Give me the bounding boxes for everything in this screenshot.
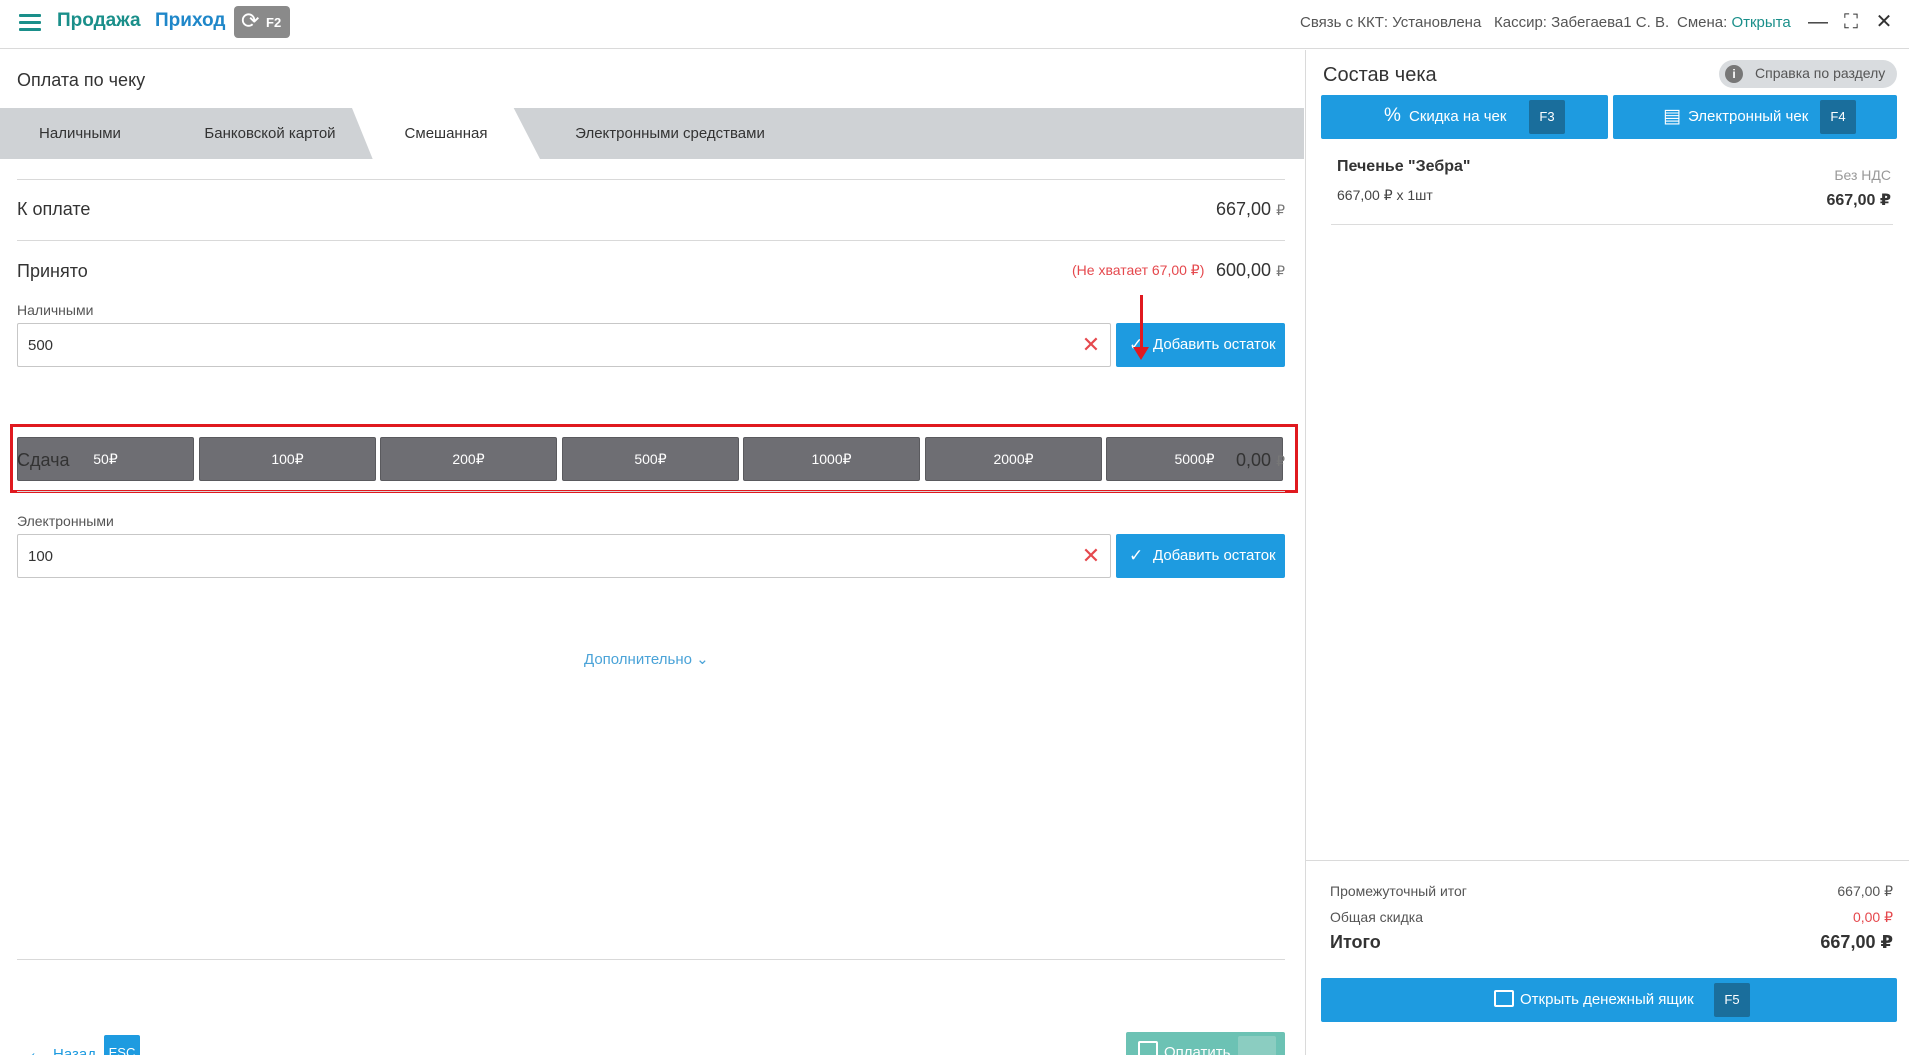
tab-cash[interactable]: Наличными	[0, 108, 160, 159]
tab-mixed[interactable]: Смешанная	[352, 108, 540, 159]
total-value: 667,00 ₽	[1820, 932, 1893, 952]
wallet-icon	[1138, 1041, 1158, 1055]
back-button[interactable]: ← Назад	[27, 1042, 96, 1055]
percent-icon: %	[1384, 105, 1401, 126]
to-pay-value: 667,00	[1216, 199, 1272, 219]
total-label: Итого	[1330, 932, 1381, 952]
payment-tabs: Наличными Банковской картой Смешанная Эл…	[0, 108, 1304, 159]
discount-key-badge: F3	[1529, 100, 1565, 134]
accepted-amount: 600,00 ₽	[1216, 260, 1285, 281]
close-icon[interactable]: ✕	[1872, 9, 1896, 35]
add-rest-label: Добавить остаток	[1153, 547, 1276, 564]
change-value: 0,00	[1236, 450, 1272, 470]
divider	[1331, 224, 1893, 225]
currency-sign: ₽	[1276, 453, 1285, 469]
divider	[17, 179, 1285, 180]
receipt-panel: Состав чека i Справка по разделу % Скидк…	[1305, 50, 1909, 1055]
info-icon: i	[1725, 65, 1743, 83]
cash-drawer-icon	[1494, 990, 1514, 1007]
annotation-arrow-head	[1133, 347, 1149, 360]
electronic-input[interactable]	[17, 534, 1111, 578]
receipt-icon: ▤	[1663, 106, 1681, 127]
to-pay-amount: 667,00 ₽	[1216, 199, 1285, 220]
shortage-text: (Не хватает 67,00 ₽)	[1072, 262, 1205, 278]
e-receipt-label: Электронный чек	[1688, 108, 1809, 125]
sync-icon: ⟳	[241, 8, 260, 33]
pay-key-badge: _	[1238, 1036, 1276, 1055]
change-label: Сдача	[17, 450, 70, 470]
chevron-down-icon: ⌄	[696, 651, 709, 668]
add-rest-label: Добавить остаток	[1153, 336, 1276, 353]
nav-sale[interactable]: Продажа	[57, 10, 141, 32]
cashier-label: Кассир: Забегаева1 С. В.	[1494, 14, 1670, 31]
divider	[17, 959, 1285, 960]
discount-total-label: Общая скидка	[1330, 909, 1424, 925]
item-sum: 667,00 ₽	[1826, 192, 1891, 209]
quick-amount-500[interactable]: 500₽	[562, 437, 739, 481]
divider	[17, 240, 1285, 241]
pay-label: Оплатить	[1164, 1044, 1231, 1055]
page-title: Оплата по чеку	[17, 70, 146, 90]
discount-button[interactable]: % Скидка на чек F3	[1321, 95, 1608, 139]
menu-icon[interactable]	[19, 14, 41, 32]
minimize-icon[interactable]: —	[1806, 9, 1830, 35]
tab-card[interactable]: Банковской картой	[175, 108, 365, 159]
to-pay-label: К оплате	[17, 199, 91, 219]
drawer-label: Открыть денежный ящик	[1520, 991, 1694, 1008]
change-amount: 0,00 ₽	[1236, 450, 1285, 471]
shift-status: Смена: Открыта	[1677, 14, 1791, 31]
sync-button[interactable]: ⟳ F2	[234, 6, 290, 38]
esc-key-badge[interactable]: ESC	[104, 1035, 140, 1055]
pay-button[interactable]: Оплатить _	[1126, 1032, 1285, 1055]
fullscreen-icon[interactable]: ⛶	[1839, 9, 1863, 35]
receipt-title: Состав чека	[1323, 64, 1437, 86]
cash-field-label: Наличными	[17, 302, 94, 318]
subtotal-value: 667,00 ₽	[1837, 883, 1893, 899]
add-rest-button-electronic[interactable]: ✓ Добавить остаток	[1116, 534, 1285, 578]
quick-amount-200[interactable]: 200₽	[380, 437, 557, 481]
nav-income[interactable]: Приход	[155, 10, 225, 32]
top-bar: Продажа Приход ⟳ F2 Связь с ККТ: Установ…	[0, 0, 1909, 49]
item-vat: Без НДС	[1834, 167, 1891, 183]
cash-input[interactable]	[17, 323, 1111, 367]
item-name: Печенье "Зебра"	[1337, 158, 1471, 175]
quick-amount-2000[interactable]: 2000₽	[925, 437, 1102, 481]
sync-key: F2	[266, 15, 282, 30]
clear-icon[interactable]: ✕	[1081, 545, 1101, 567]
accepted-value: 600,00	[1216, 260, 1272, 280]
more-options-label: Дополнительно	[584, 651, 692, 668]
accepted-label: Принято	[17, 261, 88, 281]
shift-value: Открыта	[1731, 14, 1791, 31]
electronic-field-label: Электронными	[17, 513, 114, 529]
arrow-left-icon: ←	[27, 1042, 47, 1055]
divider	[1306, 860, 1909, 861]
back-label: Назад	[53, 1046, 96, 1055]
subtotal-label: Промежуточный итог	[1330, 883, 1467, 899]
open-drawer-button[interactable]: Открыть денежный ящик F5	[1321, 978, 1897, 1022]
e-receipt-button[interactable]: ▤ Электронный чек F4	[1613, 95, 1897, 139]
currency-sign: ₽	[1276, 202, 1285, 218]
shift-label: Смена:	[1677, 14, 1732, 31]
annotation-arrow	[1140, 295, 1143, 347]
kkt-status: Связь с ККТ: Установлена	[1300, 14, 1482, 31]
tab-electronic[interactable]: Электронными средствами	[548, 108, 792, 159]
e-receipt-key-badge: F4	[1820, 100, 1856, 134]
check-icon: ✓	[1129, 546, 1144, 565]
payment-panel: Оплата по чеку Наличными Банковской карт…	[0, 50, 1304, 1055]
help-button[interactable]: i Справка по разделу	[1719, 60, 1897, 88]
discount-total-value: 0,00 ₽	[1852, 909, 1893, 925]
discount-label: Скидка на чек	[1409, 108, 1507, 125]
quick-amount-100[interactable]: 100₽	[199, 437, 376, 481]
currency-sign: ₽	[1276, 263, 1285, 279]
clear-icon[interactable]: ✕	[1081, 334, 1101, 356]
quick-amount-1000[interactable]: 1000₽	[743, 437, 920, 481]
more-options-link[interactable]: Дополнительно ⌄	[584, 650, 709, 668]
drawer-key-badge: F5	[1714, 983, 1750, 1017]
help-label: Справка по разделу	[1755, 65, 1886, 81]
item-qty: 667,00 ₽ х 1шт	[1337, 187, 1433, 203]
divider	[17, 491, 1285, 492]
